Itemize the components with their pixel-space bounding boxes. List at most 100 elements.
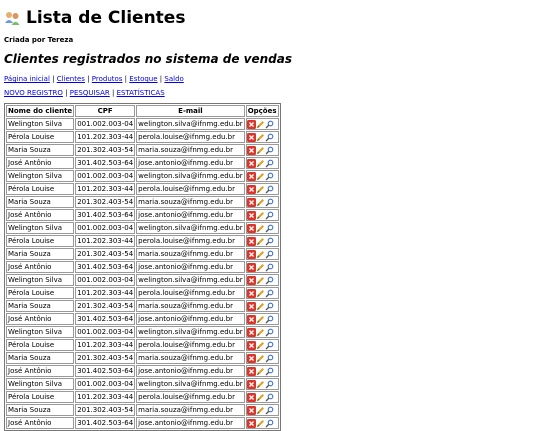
edit-icon[interactable] [256, 159, 265, 168]
delete-icon[interactable] [246, 132, 256, 142]
cell-cpf: 201.302.403-54 [75, 196, 136, 208]
edit-icon[interactable] [256, 250, 265, 259]
cell-name: José Antônio [6, 417, 75, 429]
delete-icon[interactable] [246, 301, 256, 311]
delete-icon[interactable] [246, 405, 256, 415]
table-row: Welington Silva 001.002.003-04 welington.s… [6, 170, 279, 182]
delete-icon[interactable] [246, 223, 256, 233]
view-icon[interactable] [265, 354, 274, 363]
view-icon[interactable] [265, 120, 274, 129]
edit-icon[interactable] [256, 367, 265, 376]
delete-icon[interactable] [246, 249, 256, 259]
delete-icon[interactable] [246, 236, 256, 246]
delete-icon[interactable] [246, 379, 256, 389]
view-icon[interactable] [265, 276, 274, 285]
view-icon[interactable] [265, 289, 274, 298]
delete-icon[interactable] [246, 288, 256, 298]
edit-icon[interactable] [256, 406, 265, 415]
cell-email: perola.louise@ifnmg.edu.br [136, 287, 245, 299]
view-icon[interactable] [265, 367, 274, 376]
nav-link-estoque[interactable]: Estoque [129, 75, 157, 83]
view-icon[interactable] [265, 263, 274, 272]
cell-name: Welington Silva [6, 118, 75, 130]
cell-name: Pérola Louise [6, 339, 75, 351]
view-icon[interactable] [265, 315, 274, 324]
view-icon[interactable] [265, 393, 274, 402]
delete-icon[interactable] [246, 366, 256, 376]
delete-icon[interactable] [246, 314, 256, 324]
cell-options [245, 352, 279, 364]
delete-icon[interactable] [246, 392, 256, 402]
cell-email: welington.silva@ifnmg.edu.br [136, 118, 245, 130]
edit-icon[interactable] [256, 341, 265, 350]
view-icon[interactable] [265, 159, 274, 168]
statistics-link[interactable]: ESTATÍSTICAS [117, 89, 165, 97]
delete-icon[interactable] [246, 197, 256, 207]
header-name: Nome do cliente [6, 105, 75, 117]
view-icon[interactable] [265, 133, 274, 142]
main-nav: Página inicial | Clientes | Produtos | E… [4, 75, 184, 83]
view-icon[interactable] [265, 224, 274, 233]
view-icon[interactable] [265, 250, 274, 259]
delete-icon[interactable] [246, 327, 256, 337]
view-icon[interactable] [265, 380, 274, 389]
cell-name: José Antônio [6, 209, 75, 221]
delete-icon[interactable] [246, 158, 256, 168]
nav-link-home[interactable]: Página inicial [4, 75, 50, 83]
nav-link-clientes[interactable]: Clientes [57, 75, 85, 83]
edit-icon[interactable] [256, 302, 265, 311]
edit-icon[interactable] [256, 237, 265, 246]
delete-icon[interactable] [246, 145, 256, 155]
cell-options [245, 222, 279, 234]
view-icon[interactable] [265, 185, 274, 194]
edit-icon[interactable] [256, 133, 265, 142]
cell-options [245, 118, 279, 130]
delete-icon[interactable] [246, 210, 256, 220]
delete-icon[interactable] [246, 340, 256, 350]
edit-icon[interactable] [256, 354, 265, 363]
cell-email: welington.silva@ifnmg.edu.br [136, 274, 245, 286]
delete-icon[interactable] [246, 275, 256, 285]
edit-icon[interactable] [256, 393, 265, 402]
edit-icon[interactable] [256, 263, 265, 272]
edit-icon[interactable] [256, 198, 265, 207]
nav-link-produtos[interactable]: Produtos [92, 75, 123, 83]
delete-icon[interactable] [246, 418, 256, 428]
cell-cpf: 301.402.503-64 [75, 417, 136, 429]
delete-icon[interactable] [246, 171, 256, 181]
edit-icon[interactable] [256, 328, 265, 337]
delete-icon[interactable] [246, 353, 256, 363]
delete-icon[interactable] [246, 262, 256, 272]
view-icon[interactable] [265, 172, 274, 181]
view-icon[interactable] [265, 211, 274, 220]
view-icon[interactable] [265, 237, 274, 246]
edit-icon[interactable] [256, 185, 265, 194]
nav-link-saldo[interactable]: Saldo [164, 75, 183, 83]
cell-options [245, 404, 279, 416]
edit-icon[interactable] [256, 315, 265, 324]
edit-icon[interactable] [256, 276, 265, 285]
edit-icon[interactable] [256, 224, 265, 233]
view-icon[interactable] [265, 406, 274, 415]
delete-icon[interactable] [246, 184, 256, 194]
edit-icon[interactable] [256, 211, 265, 220]
edit-icon[interactable] [256, 289, 265, 298]
view-icon[interactable] [265, 146, 274, 155]
cell-email: jose.antonio@ifnmg.edu.br [136, 261, 245, 273]
edit-icon[interactable] [256, 380, 265, 389]
table-row: Pérola Louise 101.202.303-44 perola.louise… [6, 183, 279, 195]
view-icon[interactable] [265, 198, 274, 207]
edit-icon[interactable] [256, 172, 265, 181]
view-icon[interactable] [265, 341, 274, 350]
cell-email: perola.louise@ifnmg.edu.br [136, 235, 245, 247]
view-icon[interactable] [265, 302, 274, 311]
header-email: E-mail [136, 105, 245, 117]
search-link[interactable]: PESQUISAR [70, 89, 110, 97]
view-icon[interactable] [265, 328, 274, 337]
edit-icon[interactable] [256, 419, 265, 428]
delete-icon[interactable] [246, 119, 256, 129]
edit-icon[interactable] [256, 146, 265, 155]
edit-icon[interactable] [256, 120, 265, 129]
new-record-link[interactable]: NOVO REGISTRO [4, 89, 63, 97]
view-icon[interactable] [265, 419, 274, 428]
